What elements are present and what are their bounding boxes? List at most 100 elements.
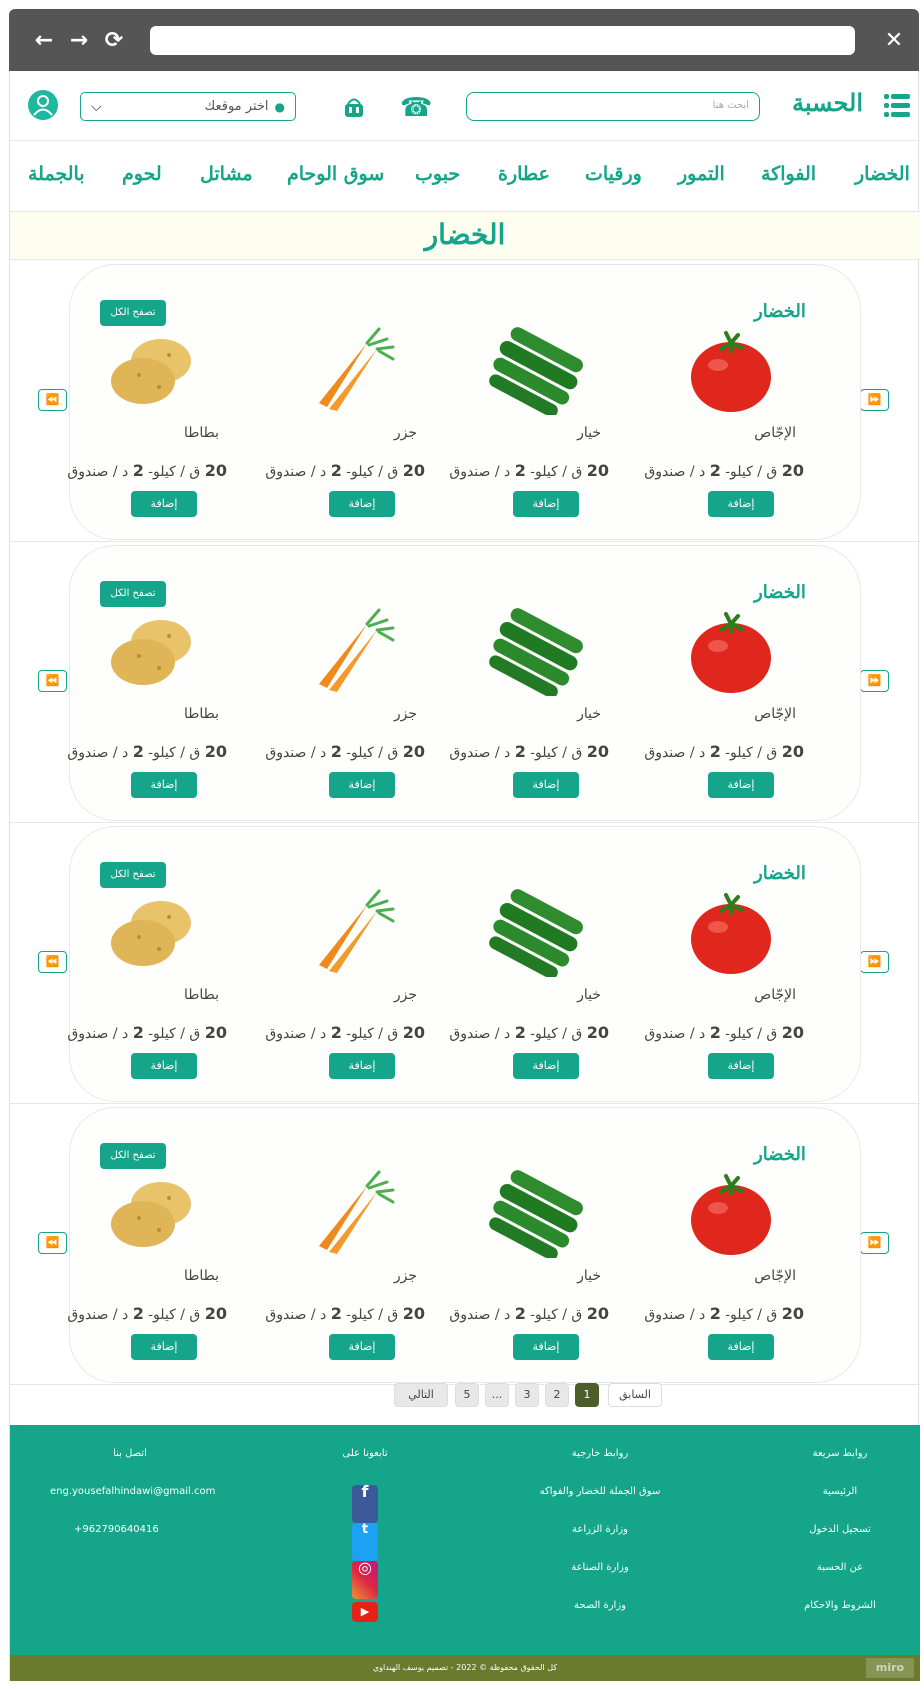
footer-link[interactable]: الرئيسية bbox=[780, 1485, 900, 1523]
category-cravings-market[interactable]: سوق الوحام bbox=[287, 163, 384, 185]
product-card: بطاطا 20 ق / كيلو- 2 د / صندوق إضافة bbox=[59, 887, 229, 1087]
facebook-icon[interactable]: f bbox=[352, 1484, 378, 1523]
price-per-box: 2 bbox=[514, 1023, 526, 1042]
browse-all-button[interactable]: تصفح الكل bbox=[100, 862, 166, 888]
price-per-box: 2 bbox=[709, 1023, 721, 1042]
page-button[interactable]: 5 bbox=[455, 1383, 479, 1407]
cucumber-icon[interactable] bbox=[481, 606, 591, 698]
carrot-icon[interactable] bbox=[297, 606, 407, 696]
category-fruits[interactable]: الفواكة bbox=[761, 163, 816, 185]
footer-link[interactable]: تسجيل الدخول bbox=[780, 1523, 900, 1561]
next-page-button[interactable]: التالي bbox=[394, 1383, 448, 1407]
browse-all-button[interactable]: تصفح الكل bbox=[100, 1143, 166, 1169]
footer-link[interactable]: وزارة الصناعة bbox=[515, 1561, 685, 1599]
price-unit-box: د / صندوق bbox=[644, 1307, 706, 1323]
scroll-right-icon[interactable]: ⏩ bbox=[860, 389, 889, 411]
instagram-icon[interactable]: ◎ bbox=[352, 1560, 378, 1599]
browse-all-button[interactable]: تصفح الكل bbox=[100, 300, 166, 326]
forward-icon[interactable]: → bbox=[66, 28, 92, 54]
cucumber-icon[interactable] bbox=[481, 325, 591, 417]
potato-icon[interactable] bbox=[99, 325, 209, 415]
phone-icon[interactable]: ☎ bbox=[400, 93, 432, 123]
category-dates[interactable]: التمور bbox=[678, 163, 725, 185]
twitter-icon[interactable]: t bbox=[352, 1523, 378, 1561]
page-button[interactable]: 3 bbox=[515, 1383, 539, 1407]
add-to-cart-button[interactable]: إضافة bbox=[708, 772, 774, 798]
product-name: جزر bbox=[393, 706, 417, 722]
add-to-cart-button[interactable]: إضافة bbox=[513, 772, 579, 798]
prev-page-button[interactable]: السابق bbox=[608, 1383, 662, 1407]
search-input[interactable]: ابحث هنا bbox=[466, 92, 760, 121]
category-grains[interactable]: حبوب bbox=[415, 163, 460, 185]
add-to-cart-button[interactable]: إضافة bbox=[131, 1053, 197, 1079]
product-card: جزر 20 ق / كيلو- 2 د / صندوق إضافة bbox=[257, 1168, 427, 1368]
add-to-cart-button[interactable]: إضافة bbox=[513, 1334, 579, 1360]
scroll-right-icon[interactable]: ⏩ bbox=[860, 1232, 889, 1254]
add-to-cart-button[interactable]: إضافة bbox=[131, 772, 197, 798]
contact-email[interactable]: eng.yousefalhindawi@gmail.com bbox=[50, 1485, 215, 1523]
tomato-icon[interactable] bbox=[676, 606, 786, 696]
footer-link[interactable]: عن الحسبة bbox=[780, 1561, 900, 1599]
product-row: ⏪ ⏩ الخضار تصفح الكل الإجّاص 20 ق / كيلو- 2 د… bbox=[10, 823, 920, 1104]
category-greens[interactable]: ورقيات bbox=[585, 163, 642, 185]
tomato-icon[interactable] bbox=[676, 1168, 786, 1258]
add-to-cart-button[interactable]: إضافة bbox=[329, 491, 395, 517]
add-to-cart-button[interactable]: إضافة bbox=[513, 491, 579, 517]
menu-icon[interactable] bbox=[884, 91, 910, 119]
product-name: خيار bbox=[577, 425, 601, 441]
add-to-cart-button[interactable]: إضافة bbox=[708, 491, 774, 517]
category-nurseries[interactable]: مشاتل bbox=[200, 163, 253, 185]
add-to-cart-button[interactable]: إضافة bbox=[708, 1334, 774, 1360]
add-to-cart-button[interactable]: إضافة bbox=[329, 1334, 395, 1360]
potato-icon[interactable] bbox=[99, 887, 209, 977]
price-per-kilo: 20 bbox=[586, 742, 609, 761]
carrot-icon[interactable] bbox=[297, 325, 407, 415]
tomato-icon[interactable] bbox=[676, 325, 786, 415]
back-icon[interactable]: ← bbox=[31, 28, 57, 54]
tomato-icon[interactable] bbox=[676, 887, 786, 977]
add-to-cart-button[interactable]: إضافة bbox=[513, 1053, 579, 1079]
potato-icon[interactable] bbox=[99, 606, 209, 696]
youtube-icon[interactable]: ▶ bbox=[352, 1602, 378, 1622]
close-icon[interactable]: ✕ bbox=[881, 28, 907, 54]
reload-icon[interactable]: ⟳ bbox=[101, 28, 127, 54]
product-price: 20 ق / كيلو- 2 د / صندوق bbox=[67, 742, 227, 761]
carrot-icon[interactable] bbox=[297, 887, 407, 977]
scroll-right-icon[interactable]: ⏩ bbox=[860, 951, 889, 973]
price-per-kilo: 20 bbox=[781, 461, 804, 480]
category-wholesale[interactable]: بالجملة bbox=[28, 163, 85, 185]
row-title: الخضار bbox=[754, 582, 806, 603]
user-avatar-icon[interactable] bbox=[28, 90, 58, 120]
category-vegetables[interactable]: الخضار bbox=[855, 163, 910, 185]
footer-link[interactable]: وزارة الزراعة bbox=[515, 1523, 685, 1561]
location-select[interactable]: ⌵ اختر موقعك ● bbox=[80, 92, 296, 121]
address-bar[interactable] bbox=[150, 26, 855, 55]
basket-icon[interactable] bbox=[343, 95, 365, 119]
price-per-kilo: 20 bbox=[402, 1304, 425, 1323]
add-to-cart-button[interactable]: إضافة bbox=[131, 491, 197, 517]
potato-icon[interactable] bbox=[99, 1168, 209, 1258]
contact-phone[interactable]: +962790640416 bbox=[50, 1523, 210, 1561]
page-button-active[interactable]: 1 bbox=[575, 1383, 599, 1407]
carrot-icon[interactable] bbox=[297, 1168, 407, 1258]
page-button[interactable]: 2 bbox=[545, 1383, 569, 1407]
scroll-right-icon[interactable]: ⏩ bbox=[860, 670, 889, 692]
price-per-box: 2 bbox=[330, 461, 342, 480]
footer-link[interactable]: الشروط والاحكام bbox=[780, 1599, 900, 1637]
category-spices[interactable]: عطارة bbox=[498, 163, 550, 185]
price-per-kilo: 20 bbox=[204, 1304, 227, 1323]
footer-link[interactable]: وزارة الصحة bbox=[515, 1599, 685, 1637]
category-meat[interactable]: لحوم bbox=[122, 163, 162, 185]
add-to-cart-button[interactable]: إضافة bbox=[329, 1053, 395, 1079]
copyright-text: كل الحقوق محفوظة © 2022 - تصميم يوسف اله… bbox=[372, 1663, 558, 1672]
footer-quick-links: روابط سريعة الرئيسية تسجيل الدخول عن الح… bbox=[780, 1447, 900, 1637]
add-to-cart-button[interactable]: إضافة bbox=[131, 1334, 197, 1360]
brand-logo[interactable]: الحسبة bbox=[792, 88, 863, 117]
cucumber-icon[interactable] bbox=[481, 1168, 591, 1260]
footer-link[interactable]: سوق الجملة للخضار والفواكه bbox=[515, 1485, 685, 1523]
site-header: ⌵ اختر موقعك ● ☎ ابحث هنا الحسبة bbox=[10, 71, 920, 141]
add-to-cart-button[interactable]: إضافة bbox=[329, 772, 395, 798]
browse-all-button[interactable]: تصفح الكل bbox=[100, 581, 166, 607]
cucumber-icon[interactable] bbox=[481, 887, 591, 979]
add-to-cart-button[interactable]: إضافة bbox=[708, 1053, 774, 1079]
